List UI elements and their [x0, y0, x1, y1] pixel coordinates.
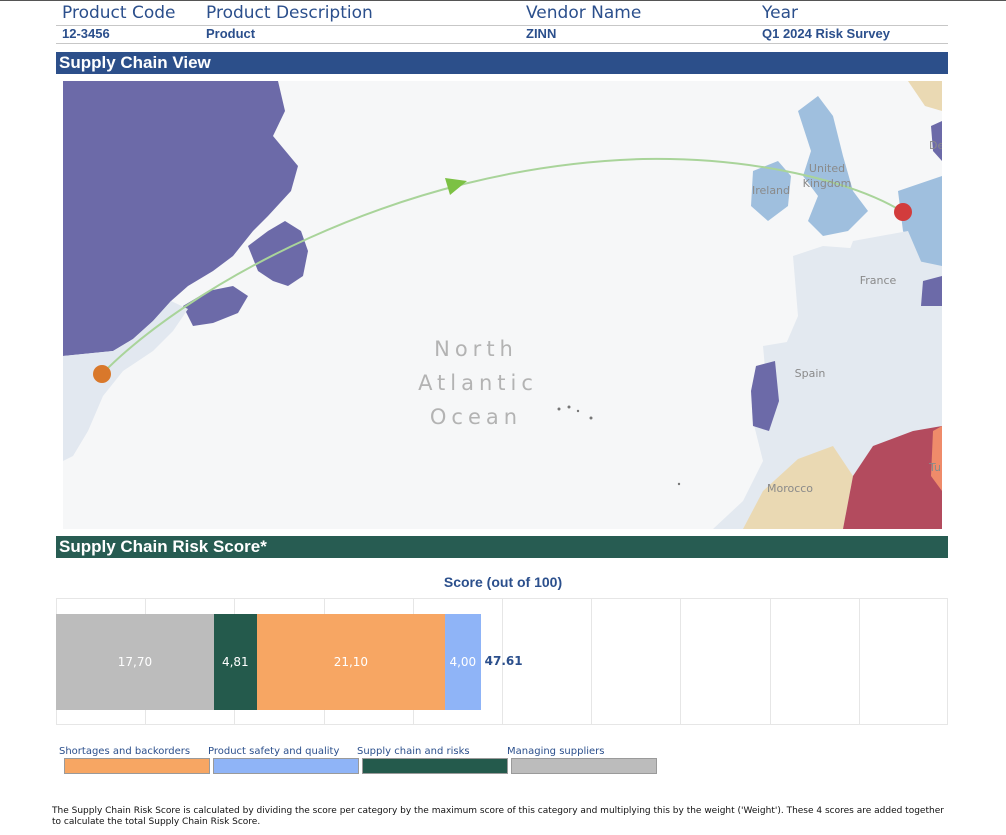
- year-label: Year: [762, 3, 798, 23]
- supply-chain-view-heading: Supply Chain View: [56, 52, 948, 74]
- supply-chain-map[interactable]: North Atlantic Ocean United Kingdom Irel…: [63, 81, 942, 529]
- uk-label-line2: Kingdom: [803, 177, 852, 190]
- bar-segment[interactable]: 4,00: [445, 614, 481, 710]
- ocean-label-line2: Atlantic: [418, 371, 538, 395]
- chart-gridline-vertical: [859, 598, 860, 725]
- legend-swatch-managing-suppliers: [511, 758, 657, 774]
- legend-label-managing-suppliers: Managing suppliers: [507, 746, 605, 757]
- spain-label: Spain: [795, 367, 826, 380]
- bar-value-label: 17,70: [117, 655, 153, 669]
- legend-label-shortages: Shortages and backorders: [59, 746, 191, 757]
- vendor-name-value: ZINN: [526, 26, 557, 41]
- map-canvas: North Atlantic Ocean United Kingdom Irel…: [63, 81, 942, 529]
- ocean-label-line3: Ocean: [430, 405, 522, 429]
- chart-gridline-vertical: [770, 598, 771, 725]
- chart-gridline-horizontal: [56, 724, 948, 725]
- morocco-label: Morocco: [767, 482, 813, 495]
- top-border: [0, 0, 1006, 1]
- bar-value-label: 21,10: [333, 655, 369, 669]
- tunisia-partial-label: Tu: [928, 461, 941, 474]
- chart-gridline-vertical: [947, 598, 948, 725]
- chart-title: Score (out of 100): [443, 574, 563, 590]
- vendor-name-label: Vendor Name: [526, 3, 642, 23]
- germany-partial-label: De: [929, 139, 942, 152]
- chart-gridline-vertical: [680, 598, 681, 725]
- bar-value-label: 4,00: [449, 655, 477, 669]
- product-code-label: Product Code: [62, 3, 176, 23]
- destination-marker-icon: [894, 203, 912, 221]
- legend-label-product-safety: Product safety and quality: [208, 746, 340, 757]
- chart-gridline-horizontal: [56, 598, 948, 599]
- header-bottom-rule: [56, 43, 948, 44]
- product-description-label: Product Description: [206, 3, 373, 23]
- risk-score-chart: 17,70 4,81 21,10 4,00 47.61: [56, 598, 948, 725]
- legend-label-supply-chain: Supply chain and risks: [357, 746, 470, 757]
- footnote-text: The Supply Chain Risk Score is calculate…: [52, 806, 944, 827]
- legend-swatch-product-safety: [213, 758, 359, 774]
- product-description-value: Product: [206, 26, 256, 41]
- chart-gridline-vertical: [591, 598, 592, 725]
- france-label: France: [860, 274, 897, 287]
- total-score-label: 47.61: [484, 654, 523, 668]
- legend-swatch-shortages: [64, 758, 210, 774]
- bar-segment[interactable]: 21,10: [256, 614, 445, 710]
- product-code-value: 12-3456: [62, 26, 110, 41]
- year-value: Q1 2024 Risk Survey: [762, 26, 890, 41]
- uk-label-line1: United: [809, 162, 845, 175]
- legend-swatch-supply-chain: [362, 758, 508, 774]
- origin-marker-icon: [93, 365, 111, 383]
- ireland-label: Ireland: [752, 184, 790, 197]
- bar-value-label: 4,81: [221, 655, 249, 669]
- bar-segment[interactable]: 4,81: [213, 614, 257, 710]
- bar-segment[interactable]: 17,70: [56, 614, 214, 710]
- ocean-label-line1: North: [434, 337, 518, 361]
- risk-score-heading: Supply Chain Risk Score*: [56, 536, 948, 558]
